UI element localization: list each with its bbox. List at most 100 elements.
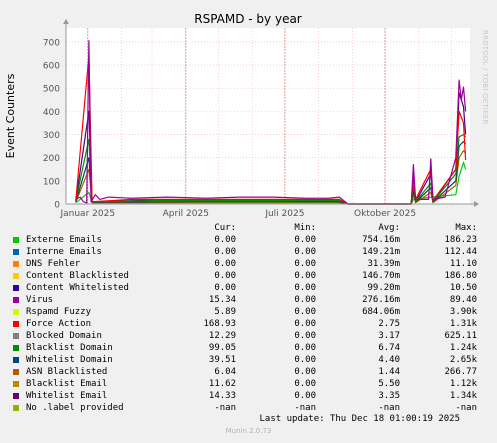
legend-value-max: 112.44 — [444, 247, 477, 257]
legend-swatch — [13, 368, 19, 375]
legend-value-max: 11.10 — [449, 259, 477, 269]
legend-series-name: Blocked Domain — [26, 331, 102, 341]
rrdtool-credit: RRDTOOL / TOBI OETIKER — [481, 30, 489, 125]
legend-series-name: Interne Emails — [26, 247, 102, 257]
legend-value-cur: 6.04 — [214, 367, 236, 377]
plot-area — [66, 28, 470, 204]
legend-value-max: 2.65k — [449, 355, 477, 365]
legend-value-min: 0.00 — [294, 319, 316, 329]
legend-swatch — [13, 308, 19, 315]
legend-swatch — [13, 404, 19, 411]
legend-series-name: No .label provided — [26, 403, 124, 413]
legend-value-max: 1.34k — [449, 391, 477, 401]
legend-value-cur: 99.05 — [208, 343, 236, 353]
legend-row: No .label provided -nan -nan -nan -nan — [12, 402, 477, 414]
chart: 0 100 200 300 400 500 600 700 Januar 2025 April 2… — [4, 12, 479, 219]
legend-value-min: 0.00 — [294, 295, 316, 305]
legend-series-name: Whitelist Domain — [26, 355, 113, 365]
legend-series-name: Virus — [26, 295, 54, 305]
legend-value-avg: 31.39m — [367, 259, 400, 269]
legend-value-avg: 684.06m — [362, 307, 400, 317]
legend-value-cur: 0.00 — [214, 271, 236, 281]
legend-value-max: 266.77 — [444, 367, 477, 377]
legend-value-cur: 15.34 — [208, 295, 236, 305]
munin-version: Munin 2.0.73 — [225, 427, 272, 435]
legend-row: ASN Blacklisted 6.04 0.00 1.44 266.77 — [12, 366, 477, 378]
legend-row: Blacklist Domain 99.05 0.00 6.74 1.24k — [12, 342, 477, 354]
legend-header-cell: Max: — [455, 223, 477, 233]
legend-value-min: 0.00 — [294, 247, 316, 257]
y-tick-label: 300 — [43, 131, 60, 141]
legend-value-cur: 0.00 — [214, 259, 236, 269]
legend-row: Virus 15.34 0.00 276.16m 89.40 — [12, 294, 477, 306]
legend-value-cur: 12.29 — [208, 331, 236, 341]
legend-row: Force Action 168.93 0.00 2.75 1.31k — [12, 318, 477, 330]
legend-header-cell: Min: — [294, 223, 316, 233]
legend-swatch — [13, 356, 19, 363]
legend-header-row: Cur: Min: Avg: Max: — [12, 222, 477, 234]
legend-series-name: ASN Blacklisted — [26, 367, 108, 377]
legend-value-max: 1.31k — [449, 319, 477, 329]
legend-value-min: 0.00 — [294, 235, 316, 245]
legend-value-min: 0.00 — [294, 355, 316, 365]
legend-row: Blacklist Email 11.62 0.00 5.50 1.12k — [12, 378, 477, 390]
legend-series-name: Rspamd Fuzzy — [26, 307, 92, 317]
legend-swatch — [13, 296, 19, 303]
legend-value-avg: 2.75 — [378, 319, 400, 329]
legend-header-cell: Cur: — [214, 223, 236, 233]
legend-value-min: 0.00 — [294, 379, 316, 389]
legend-value-avg: 6.74 — [378, 343, 400, 353]
y-axis-label: Event Counters — [4, 73, 17, 158]
legend-series-name: DNS Fehler — [26, 259, 81, 269]
legend-value-max: 3.90k — [449, 307, 477, 317]
legend-value-max: 186.80 — [444, 271, 477, 281]
legend-value-cur: 39.51 — [208, 355, 236, 365]
legend-swatch — [13, 344, 19, 351]
legend-row: Content Blacklisted 0.00 0.00 146.70m 186.80 — [12, 270, 477, 282]
legend-value-cur: -nan — [214, 403, 236, 413]
legend-value-avg: 3.35 — [378, 391, 400, 401]
legend-value-avg: 3.17 — [378, 331, 400, 341]
y-axis-arrow — [63, 19, 69, 24]
legend-swatch — [13, 272, 19, 279]
legend-value-max: 625.11 — [444, 331, 477, 341]
legend-value-avg: 5.50 — [378, 379, 400, 389]
legend-value-min: 0.00 — [294, 271, 316, 281]
legend-row: Externe Emails 0.00 0.00 754.16m 186.23 — [12, 234, 477, 246]
legend-value-min: 0.00 — [294, 343, 316, 353]
legend-swatch — [13, 380, 19, 387]
legend-value-cur: 5.89 — [214, 307, 236, 317]
legend-row: Blocked Domain 12.29 0.00 3.17 625.11 — [12, 330, 477, 342]
legend-value-cur: 11.62 — [208, 379, 236, 389]
legend-series-name: Blacklist Domain — [26, 343, 113, 353]
x-tick-label: Juli 2025 — [264, 209, 304, 219]
legend-value-avg: 1.44 — [378, 367, 400, 377]
y-tick-label: 700 — [43, 38, 60, 48]
legend-row: Content Whitelisted 0.00 0.00 99.20m 10.50 — [12, 282, 477, 294]
legend-value-min: 0.00 — [294, 283, 316, 293]
legend-series-name: Content Blacklisted — [26, 271, 129, 281]
legend-value-max: 89.40 — [449, 295, 477, 305]
legend-value-cur: 0.00 — [214, 283, 236, 293]
legend-swatch — [13, 320, 19, 327]
x-axis-arrow — [474, 201, 479, 207]
y-tick-label: 100 — [43, 177, 60, 187]
legend-swatch — [13, 392, 19, 399]
legend-swatch — [13, 332, 19, 339]
legend-value-max: 1.24k — [449, 343, 477, 353]
legend-swatch — [13, 260, 19, 267]
y-tick-label: 0 — [54, 201, 60, 211]
legend-swatch — [13, 236, 19, 243]
legend-row: DNS Fehler 0.00 0.00 31.39m 11.10 — [12, 258, 477, 270]
legend-value-cur: 0.00 — [214, 235, 236, 245]
legend-value-avg: -nan — [378, 403, 400, 413]
legend-value-min: -nan — [294, 403, 316, 413]
legend-series-name: Externe Emails — [26, 235, 102, 245]
y-tick-label: 400 — [43, 108, 60, 118]
x-tick-label: Januar 2025 — [59, 209, 115, 219]
legend-value-min: 0.00 — [294, 367, 316, 377]
y-tick-label: 200 — [43, 154, 60, 164]
legend-value-avg: 146.70m — [362, 271, 400, 281]
legend-value-min: 0.00 — [294, 307, 316, 317]
legend-series-name: Content Whitelisted — [26, 283, 129, 293]
